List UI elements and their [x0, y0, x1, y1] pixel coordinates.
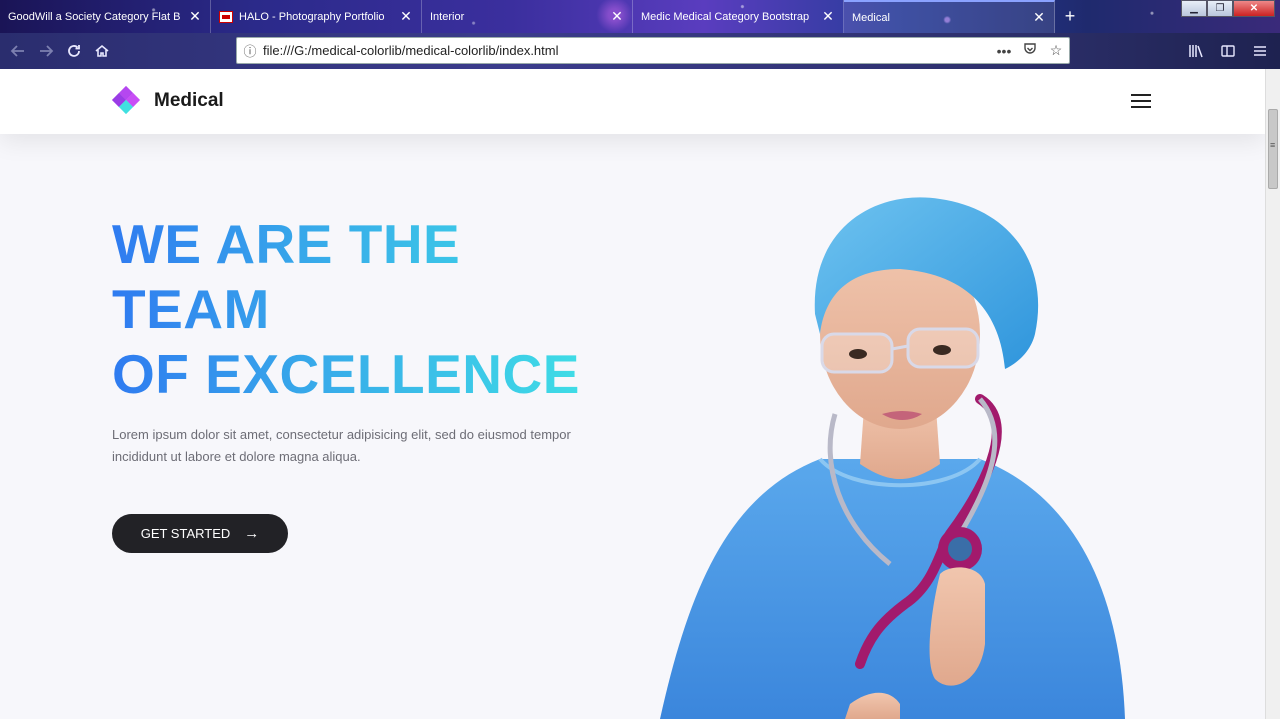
hero-title-line-3: OF EXCELLENCE [112, 343, 580, 405]
hero-title: WE ARE THE TEAM OF EXCELLENCE [112, 212, 580, 407]
url-text[interactable]: file:///G:/medical-colorlib/medical-colo… [263, 43, 991, 58]
browser-nav-bar: ⓘ file:///G:/medical-colorlib/medical-co… [0, 33, 1280, 69]
pocket-icon[interactable] [1017, 42, 1043, 59]
address-bar[interactable]: ⓘ file:///G:/medical-colorlib/medical-co… [236, 37, 1070, 64]
site-logo[interactable]: Medical [111, 85, 224, 115]
tab-interior[interactable]: Interior ✕ [422, 0, 633, 33]
tab-goodwill[interactable]: GoodWill a Society Category Flat B ✕ [0, 0, 211, 33]
close-icon[interactable]: ✕ [610, 8, 624, 25]
scrollbar-thumb[interactable] [1268, 109, 1278, 189]
menu-icon[interactable] [1246, 37, 1274, 65]
window-controls: ▁ ❐ ✕ [1181, 0, 1275, 18]
tab-medic[interactable]: Medic Medical Category Bootstrap ✕ [633, 0, 844, 33]
hero-description: Lorem ipsum dolor sit amet, consectetur … [112, 427, 571, 464]
page-scrollbar[interactable] [1265, 69, 1280, 719]
minimize-button[interactable]: ▁ [1181, 0, 1207, 17]
browser-tab-bar: GoodWill a Society Category Flat B ✕ HAL… [0, 0, 1280, 33]
more-dots-icon[interactable]: ••• [991, 43, 1017, 59]
info-icon[interactable]: ⓘ [237, 41, 263, 60]
library-icon[interactable] [1182, 37, 1210, 65]
close-icon[interactable]: ✕ [188, 8, 202, 25]
page-viewport: Medical WE ARE THE TEAM OF EXCELLENCE Lo… [0, 69, 1265, 719]
maximize-button[interactable]: ❐ [1207, 0, 1233, 17]
back-arrow-icon[interactable] [4, 37, 32, 65]
brand-name: Medical [154, 90, 224, 111]
get-started-label: GET STARTED [140, 526, 231, 541]
hero-title-line-2: TEAM [112, 277, 580, 342]
tab-favicon-icon [219, 10, 233, 23]
hamburger-menu-icon[interactable] [1131, 94, 1151, 108]
close-icon[interactable]: ✕ [399, 8, 413, 25]
new-tab-button[interactable]: + [1060, 6, 1080, 27]
forward-arrow-icon[interactable] [32, 37, 60, 65]
close-icon[interactable]: ✕ [1032, 9, 1046, 26]
star-icon[interactable]: ☆ [1043, 42, 1069, 59]
logo-diamond-icon [111, 85, 141, 115]
tab-medical[interactable]: Medical ✕ [844, 0, 1055, 33]
tab-title: HALO - Photography Portfolio [239, 10, 385, 23]
tab-title: Interior [430, 10, 465, 23]
site-header: Medical [0, 69, 1265, 134]
arrow-right-icon: → [244, 525, 260, 542]
sidebar-icon[interactable] [1214, 37, 1242, 65]
tab-title: Medic Medical Category Bootstrap [641, 10, 810, 23]
tab-title: Medical [852, 11, 890, 24]
toolbar-right [1182, 37, 1274, 65]
tab-halo[interactable]: HALO - Photography Portfolio ✕ [211, 0, 422, 33]
home-icon[interactable] [88, 37, 116, 65]
tab-title: GoodWill a Society Category Flat B [8, 10, 181, 23]
get-started-button[interactable]: GET STARTED → [112, 514, 288, 553]
window-close-button[interactable]: ✕ [1233, 0, 1275, 17]
doctor-photo [660, 197, 1125, 719]
hero-title-line-1: WE ARE THE [112, 212, 580, 277]
reload-icon[interactable] [60, 37, 88, 65]
close-icon[interactable]: ✕ [821, 8, 835, 25]
